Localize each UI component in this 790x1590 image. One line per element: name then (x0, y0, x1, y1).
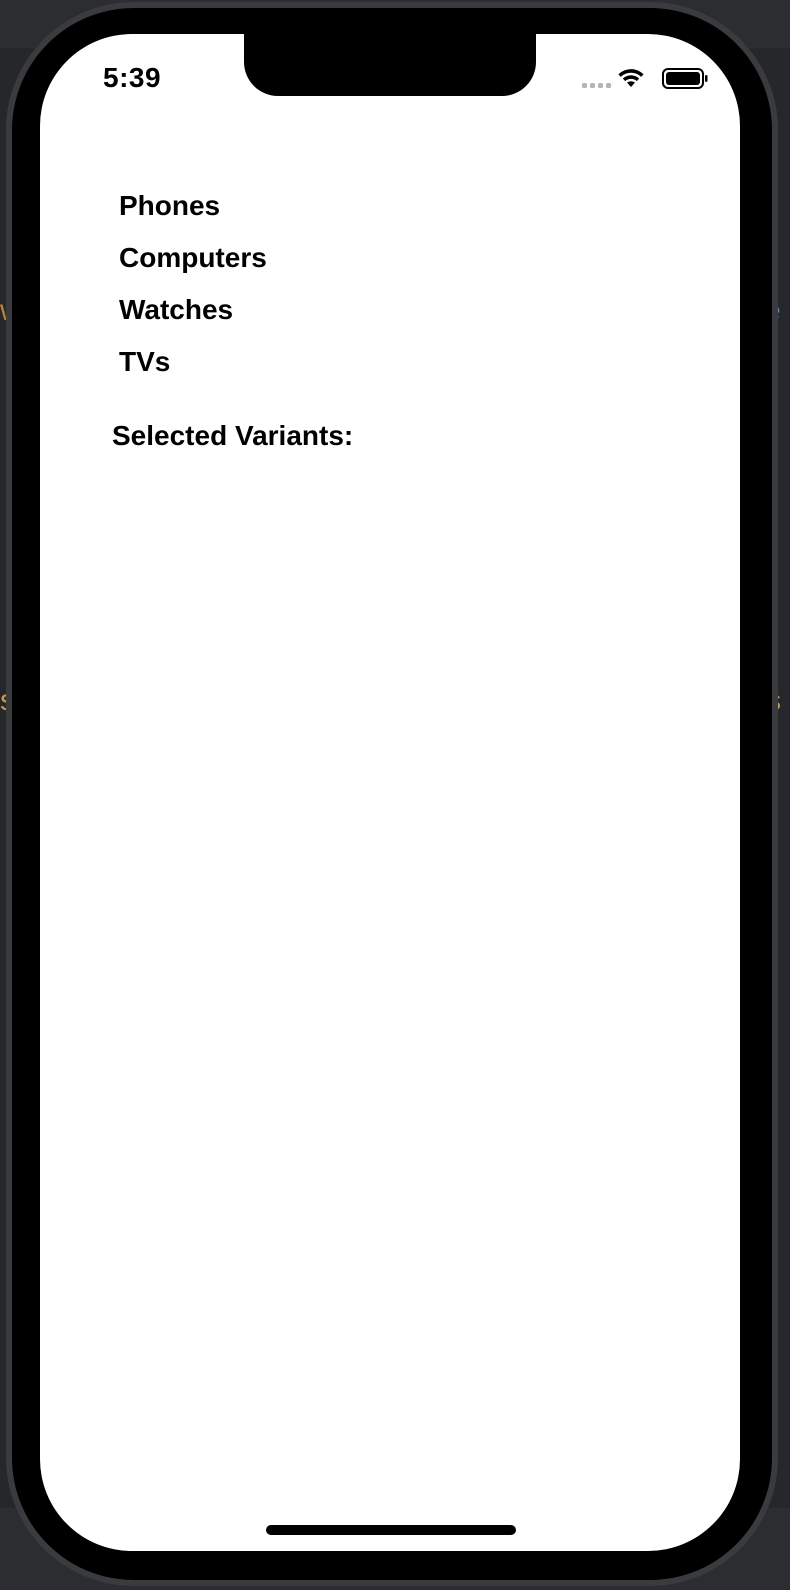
cellular-signal-icon (582, 83, 611, 88)
selected-variants-label: Selected Variants: (112, 420, 354, 451)
home-indicator[interactable] (266, 1525, 516, 1535)
menu-item-phones[interactable]: Phones (119, 190, 220, 222)
status-bar-icons (582, 68, 708, 89)
menu-item-computers[interactable]: Computers (119, 242, 267, 274)
status-bar-time: 5:39 (103, 62, 162, 93)
battery-icon (662, 68, 708, 89)
menu-item-tvs[interactable]: TVs (119, 346, 170, 378)
menu-item-watches[interactable]: Watches (119, 294, 233, 326)
wifi-icon (618, 69, 644, 87)
device-notch (244, 34, 536, 96)
